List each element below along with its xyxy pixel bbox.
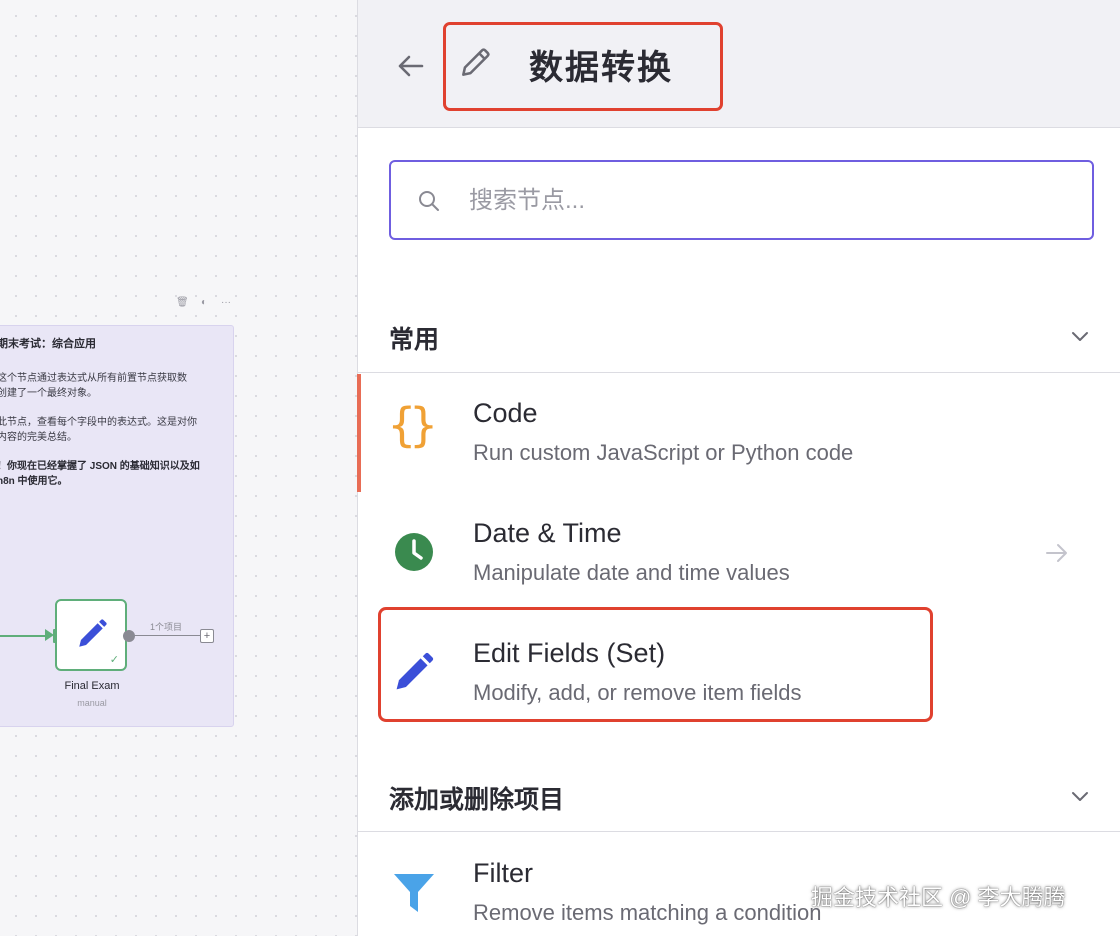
search-icon: [419, 191, 439, 211]
title-highlight-box: [443, 22, 723, 111]
sticky-note-toolbar: 🗑 ◐ ···: [176, 296, 232, 310]
code-braces-icon: {}: [388, 398, 437, 452]
node-item-description: Run custom JavaScript or Python code: [473, 440, 854, 465]
section-header-common[interactable]: 常用: [358, 300, 1120, 380]
final-exam-node[interactable]: ✓: [55, 599, 127, 671]
node-name-label: Final Exam: [64, 680, 120, 692]
section-title: 添加或删除项目: [389, 786, 565, 814]
chevron-down-icon[interactable]: [1068, 324, 1092, 348]
node-item-name: Filter: [473, 858, 533, 888]
sticky-note-title: 期末考试：综合应用: [0, 338, 96, 350]
search-input[interactable]: [467, 180, 1071, 222]
node-subtitle-label: manual: [77, 698, 107, 708]
search-box[interactable]: [389, 160, 1094, 240]
panel-header: 数据转换: [358, 0, 1120, 128]
back-arrow-icon[interactable]: [394, 50, 426, 82]
watermark: 掘金技术社区 @ 李大腾腾: [811, 885, 1066, 910]
node-output-port[interactable]: [123, 630, 135, 642]
trash-icon[interactable]: 🗑: [176, 296, 189, 310]
node-item-date-time[interactable]: Date & Time Manipulate date and time val…: [358, 494, 1120, 612]
node-item-description: Manipulate date and time values: [473, 560, 790, 585]
node-item-name: Date & Time: [473, 518, 622, 548]
section-header-add-remove-items[interactable]: 添加或删除项目: [358, 758, 1120, 838]
arrow-right-icon[interactable]: [1044, 540, 1070, 566]
section-divider: [358, 831, 1120, 832]
sticky-note-paragraph: 此节点，查看每个字段中的表达式。这是对你 内容的完美总结。: [0, 417, 197, 443]
node-item-code[interactable]: Code Run custom JavaScript or Python cod…: [358, 374, 1120, 492]
workflow-canvas[interactable]: 🗑 ◐ ··· 期末考试：综合应用 这个节点通过表达式从所有前置节点获取数 创建…: [0, 0, 357, 936]
more-options-icon[interactable]: ···: [220, 296, 232, 310]
success-check-icon: ✓: [109, 654, 119, 666]
chevron-down-icon[interactable]: [1068, 784, 1092, 808]
item-count-label: 1个项目: [150, 622, 183, 632]
pencil-icon: [79, 619, 107, 647]
sticky-note-paragraph: 这个节点通过表达式从所有前置节点获取数 创建了一个最终对象。: [0, 373, 187, 399]
filter-icon: [394, 874, 434, 912]
node-item-description: Remove items matching a condition: [473, 900, 822, 925]
edit-fields-highlight-box: [378, 607, 933, 722]
node-creator-panel: 数据转换 常用 Code Run custom JavaScript or Py…: [357, 0, 1120, 936]
node-item-name: Code: [473, 398, 538, 428]
section-divider: [358, 372, 1120, 373]
incoming-connection: [0, 635, 47, 637]
outgoing-connection: [135, 635, 201, 636]
sticky-note-paragraph: ！你现在已经掌握了 JSON 的基础知识以及如 n8n 中使用它。: [0, 461, 200, 487]
section-title: 常用: [389, 326, 440, 354]
clock-icon: [395, 533, 433, 571]
color-palette-icon[interactable]: ◐: [198, 296, 210, 310]
add-node-button[interactable]: +: [200, 629, 214, 643]
